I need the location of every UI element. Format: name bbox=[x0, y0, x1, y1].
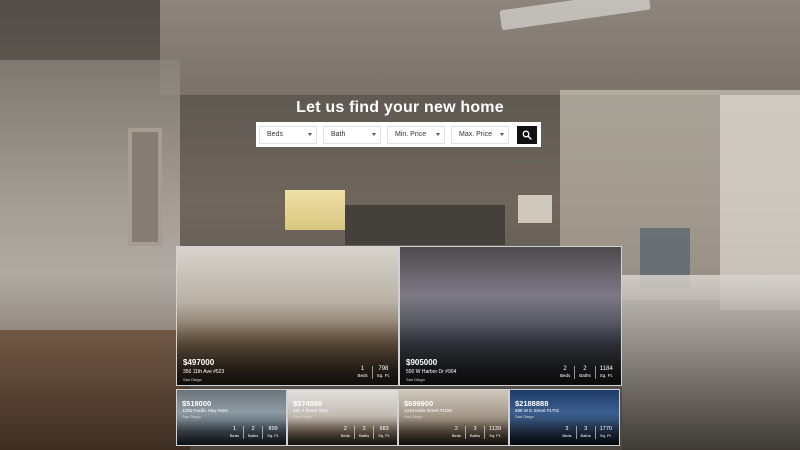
sqft-count: 798 bbox=[378, 366, 389, 372]
listing-price: $574900 bbox=[293, 399, 323, 408]
chevron-down-icon bbox=[500, 133, 504, 136]
listing-card[interactable]: $497000 350 11th Ave #523 San Diego 1 Be… bbox=[176, 246, 399, 386]
listing-stats: 2 Beds 2 Baths 1184 Sq. Ft. bbox=[556, 366, 617, 379]
beds-stat: 1 Beds bbox=[226, 426, 243, 439]
search-bar: Beds Bath Min. Price Max. Price bbox=[256, 122, 541, 147]
hero-title: Let us find your new home bbox=[296, 99, 504, 116]
max-price-select-label: Max. Price bbox=[459, 131, 493, 138]
baths-count: 2 bbox=[583, 366, 587, 372]
sqft-label: Sq. Ft. bbox=[376, 373, 390, 378]
baths-stat: 3 Baths bbox=[575, 426, 595, 439]
baths-label: Baths bbox=[358, 433, 370, 438]
max-price-select[interactable]: Max. Price bbox=[451, 125, 509, 144]
listing-address: 888 W E Street #1701 bbox=[515, 408, 560, 413]
listing-city: San Diego bbox=[293, 414, 312, 419]
chevron-down-icon bbox=[436, 133, 440, 136]
listing-city: San Diego bbox=[404, 414, 423, 419]
bath-select-label: Bath bbox=[331, 131, 346, 138]
listing-stats: 1 Beds 2 Baths 899 Sq. Ft. bbox=[226, 426, 283, 439]
baths-count: 3 bbox=[473, 426, 477, 432]
sqft-stat: 798 Sq. Ft. bbox=[371, 366, 394, 379]
beds-select-label: Beds bbox=[267, 131, 283, 138]
beds-label: Beds bbox=[559, 373, 571, 378]
beds-stat: 2 Beds bbox=[337, 426, 354, 439]
listing-card[interactable]: $519000 1205 Pacific Hwy #404 San Diego … bbox=[176, 389, 287, 446]
sqft-count: 983 bbox=[379, 426, 389, 432]
baths-label: Baths bbox=[579, 373, 591, 378]
sqft-count: 1184 bbox=[599, 366, 613, 372]
beds-stat: 1 Beds bbox=[353, 366, 371, 379]
listing-card[interactable]: $905000 550 W Harbor Dr #904 San Diego 2… bbox=[399, 246, 622, 386]
listing-city: San Diego bbox=[406, 377, 425, 382]
chevron-down-icon bbox=[308, 133, 312, 136]
bath-select[interactable]: Bath bbox=[323, 125, 381, 144]
baths-count: 2 bbox=[251, 426, 255, 432]
listing-card[interactable]: $699900 1240 India Street #1109 San Dieg… bbox=[398, 389, 509, 446]
min-price-select[interactable]: Min. Price bbox=[387, 125, 445, 144]
beds-count: 3 bbox=[565, 426, 569, 432]
sqft-label: Sq. Ft. bbox=[599, 373, 613, 378]
listing-card[interactable]: $2188888 888 W E Street #1701 San Diego … bbox=[509, 389, 620, 446]
beds-label: Beds bbox=[562, 433, 572, 438]
listing-price: $2188888 bbox=[515, 399, 549, 408]
beds-count: 2 bbox=[563, 366, 567, 372]
sqft-stat: 1139 Sq. Ft. bbox=[484, 426, 505, 439]
sqft-count: 1770 bbox=[599, 426, 612, 432]
baths-label: Baths bbox=[247, 433, 259, 438]
listing-stats: 3 Beds 3 Baths 1770 Sq. Ft. bbox=[558, 426, 616, 439]
beds-select[interactable]: Beds bbox=[259, 125, 317, 144]
sqft-stat: 1770 Sq. Ft. bbox=[594, 426, 616, 439]
beds-label: Beds bbox=[340, 433, 350, 438]
beds-label: Beds bbox=[229, 433, 239, 438]
sqft-stat: 899 Sq. Ft. bbox=[262, 426, 283, 439]
baths-stat: 2 Baths bbox=[574, 366, 595, 379]
sqft-label: Sq. Ft. bbox=[489, 433, 501, 438]
listing-card[interactable]: $574900 450 J Street #513 San Diego 2 Be… bbox=[287, 389, 398, 446]
listing-stats: 1 Beds 798 Sq. Ft. bbox=[353, 366, 394, 379]
beds-count: 2 bbox=[343, 426, 347, 432]
baths-stat: 3 Baths bbox=[464, 426, 484, 439]
listing-address: 1205 Pacific Hwy #404 bbox=[182, 408, 228, 413]
beds-count: 1 bbox=[360, 366, 365, 372]
baths-label: Baths bbox=[580, 433, 591, 438]
listing-city: San Diego bbox=[182, 414, 201, 419]
sqft-label: Sq. Ft. bbox=[599, 433, 612, 438]
beds-stat: 3 Beds bbox=[558, 426, 575, 439]
chevron-down-icon bbox=[372, 133, 376, 136]
baths-stat: 2 Baths bbox=[353, 426, 373, 439]
beds-count: 1 bbox=[232, 426, 236, 432]
baths-count: 2 bbox=[362, 426, 366, 432]
sqft-stat: 983 Sq. Ft. bbox=[373, 426, 394, 439]
listing-address: 450 J Street #513 bbox=[293, 408, 329, 413]
sqft-count: 899 bbox=[268, 426, 278, 432]
baths-label: Baths bbox=[469, 433, 481, 438]
beds-label: Beds bbox=[357, 373, 368, 378]
sqft-count: 1139 bbox=[489, 426, 501, 432]
listing-stats: 2 Beds 3 Baths 1139 Sq. Ft. bbox=[448, 426, 505, 439]
listing-price: $699900 bbox=[404, 399, 434, 408]
beds-count: 2 bbox=[454, 426, 458, 432]
listing-price: $905000 bbox=[406, 358, 438, 367]
baths-stat: 2 Baths bbox=[242, 426, 262, 439]
search-icon bbox=[522, 130, 532, 140]
listing-address: 550 W Harbor Dr #904 bbox=[406, 369, 457, 375]
search-button[interactable] bbox=[517, 125, 537, 144]
baths-count: 3 bbox=[584, 426, 588, 432]
beds-stat: 2 Beds bbox=[556, 366, 574, 379]
sqft-label: Sq. Ft. bbox=[267, 433, 279, 438]
listing-city: San Diego bbox=[515, 414, 534, 419]
min-price-select-label: Min. Price bbox=[395, 131, 427, 138]
beds-stat: 2 Beds bbox=[448, 426, 465, 439]
sqft-label: Sq. Ft. bbox=[378, 433, 390, 438]
sqft-stat: 1184 Sq. Ft. bbox=[594, 366, 617, 379]
listing-city: San Diego bbox=[183, 377, 202, 382]
beds-label: Beds bbox=[451, 433, 461, 438]
listing-address: 1240 India Street #1109 bbox=[404, 408, 452, 413]
listings-grid: $497000 350 11th Ave #523 San Diego 1 Be… bbox=[176, 246, 622, 446]
listing-address: 350 11th Ave #523 bbox=[183, 369, 225, 375]
listing-stats: 2 Beds 2 Baths 983 Sq. Ft. bbox=[337, 426, 394, 439]
listing-price: $497000 bbox=[183, 358, 215, 367]
listing-price: $519000 bbox=[182, 399, 212, 408]
